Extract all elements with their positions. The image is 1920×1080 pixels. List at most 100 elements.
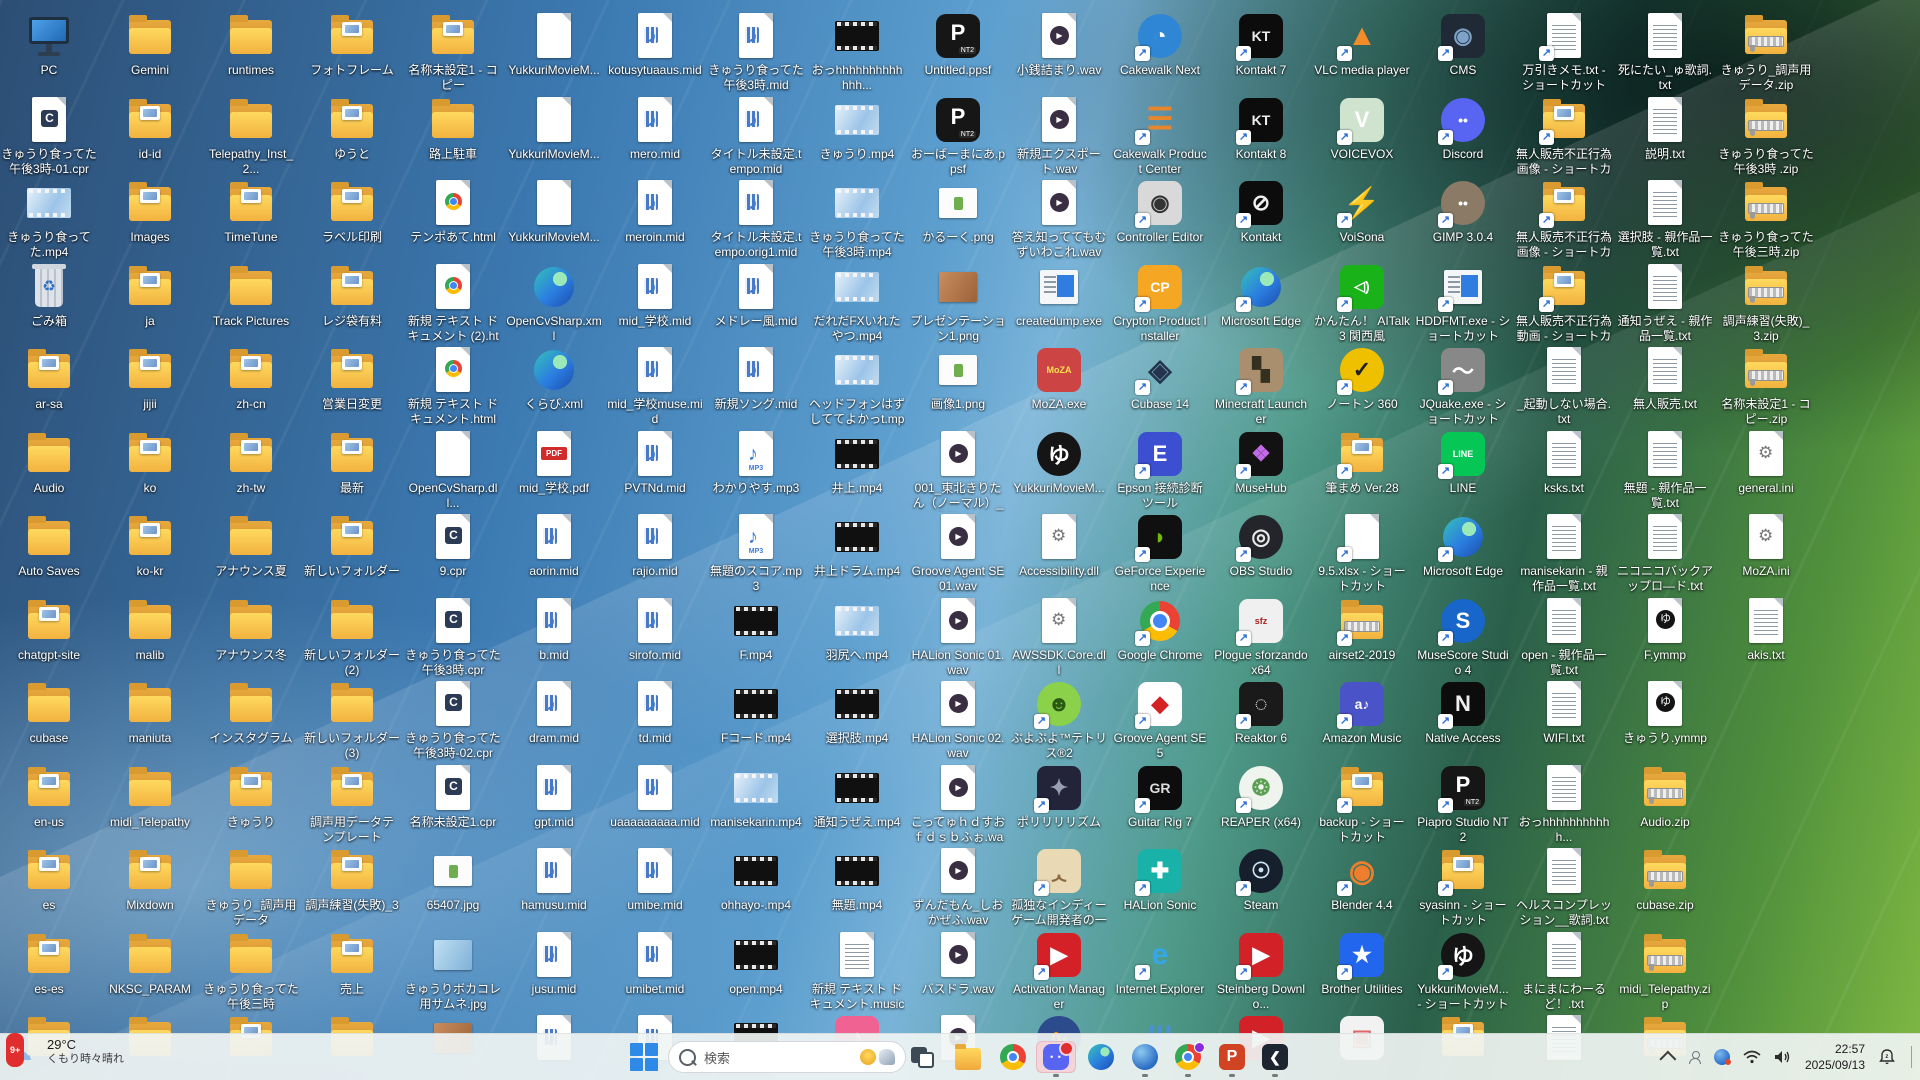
desktop-icon[interactable]: 調声練習(失敗)_3.zip — [1718, 263, 1814, 344]
desktop-icon[interactable]: 画像1.png — [910, 346, 1006, 412]
desktop-icon[interactable]: おっhhhhhhhhhhhhh... — [809, 12, 905, 93]
desktop-icon[interactable]: プレゼンテーション1.png — [910, 263, 1006, 344]
desktop-icon[interactable]: ◉ ↗ Controller Editor — [1112, 179, 1208, 245]
desktop-icon[interactable]: ▶ バスドラ.wav — [910, 931, 1006, 997]
desktop-icon[interactable]: maniuta — [102, 680, 198, 746]
desktop-icon[interactable]: ✦ ↗ ポリリリリズム — [1011, 764, 1107, 830]
person-tray-icon[interactable] — [1688, 1051, 1701, 1064]
desktop-icon[interactable]: ko-kr — [102, 513, 198, 579]
wifi-icon[interactable] — [1743, 1050, 1761, 1064]
desktop-icon[interactable]: 営業日変更 — [304, 346, 400, 412]
desktop-icon[interactable]: cubase — [1, 680, 97, 746]
desktop-icon[interactable]: 新しいフォルダー (3) — [304, 680, 400, 761]
desktop-icon[interactable]: ⊘ ↗ Kontakt — [1213, 179, 1309, 245]
desktop-icon[interactable]: 新規 テキスト ドキュメント.musicxml — [809, 931, 905, 1013]
weather-widget[interactable]: ☁9+ 29°C くもり時々晴れ — [6, 1033, 124, 1067]
desktop-icon[interactable]: ♪ uaaaaaaaaa.mid — [607, 764, 703, 830]
desktop-icon[interactable]: 無人販売.txt — [1617, 346, 1713, 412]
desktop-icon[interactable]: E ↗ Epson 接続診断ツール — [1112, 430, 1208, 511]
desktop-icon[interactable]: ♪ kotusytuaaus.mid — [607, 12, 703, 78]
desktop-icon[interactable]: OpenCvSharp.dll... — [405, 430, 501, 511]
desktop-icon[interactable]: ◔ ↗ Cakewalk Next — [1112, 12, 1208, 78]
desktop-icon[interactable]: ↗ Google Chrome — [1112, 597, 1208, 663]
steam-button[interactable] — [1125, 1041, 1165, 1077]
desktop-icon[interactable]: ↗ 万引きメモ.txt - ショートカット — [1516, 12, 1612, 93]
desktop-icon[interactable]: ☻ ↗ ぷよぷよ™テトリス®2 — [1011, 680, 1107, 761]
desktop-icon[interactable]: ↗ Microsoft Edge — [1415, 513, 1511, 579]
desktop-icon[interactable]: KT ↗ Kontakt 8 — [1213, 96, 1309, 162]
desktop-icon[interactable]: 選択肢.mp4 — [809, 680, 905, 746]
desktop-icon[interactable]: manisekarin.mp4 — [708, 764, 804, 830]
desktop-icon[interactable]: ↗ 無人販売不正行為画像 - ショートカット — [1516, 179, 1612, 261]
desktop-icon[interactable]: ▶ 小銭詰まり.wav — [1011, 12, 1107, 78]
desktop-icon[interactable]: en-us — [1, 764, 97, 830]
desktop-icon[interactable]: C きゅうり食ってた午後3時-02.cpr — [405, 680, 501, 761]
desktop-icon[interactable]: CP ↗ Crypton Product Installer — [1112, 263, 1208, 344]
desktop-icon[interactable]: ♪ sirofo.mid — [607, 597, 703, 663]
desktop-icon[interactable]: きゅうり食ってた.mp4 — [1, 179, 97, 260]
desktop-icon[interactable]: C 名称未設定1.cpr — [405, 764, 501, 830]
desktop-icon[interactable]: 調声練習(失敗)_3 — [304, 847, 400, 913]
desktop-icon[interactable]: akis.txt — [1718, 597, 1814, 663]
desktop-icon[interactable]: 羽尻へ.mp4 — [809, 597, 905, 663]
notification-bell-icon[interactable]: z — [1878, 1049, 1896, 1065]
desktop-icon[interactable]: ▶ HALion Sonic 01.wav — [910, 597, 1006, 678]
desktop-icon[interactable]: ko — [102, 430, 198, 496]
desktop-icon[interactable]: ヘッドフォンはずしててよかっt.mp4 — [809, 346, 905, 428]
desktop-icon[interactable]: S ↗ MuseScore Studio 4 — [1415, 597, 1511, 678]
desktop-icon[interactable]: NKSC_PARAM — [102, 931, 198, 997]
desktop-icon[interactable]: ♪ 新規ソング.mid — [708, 346, 804, 412]
desktop-icon[interactable]: zh-cn — [203, 346, 299, 412]
desktop-icon[interactable]: Audio — [1, 430, 97, 496]
desktop-icon[interactable]: MoZA MoZA.exe — [1011, 346, 1107, 412]
desktop-icon[interactable]: ♪ rajio.mid — [607, 513, 703, 579]
desktop-icon[interactable]: だれだFXいれたやつ.mp4 — [809, 263, 905, 344]
desktop-icon[interactable]: OpenCvSharp.xml — [506, 263, 602, 344]
desktop-icon[interactable]: 新しいフォルダー (2) — [304, 597, 400, 678]
desktop-icon[interactable]: きゅうり食ってた午後3時 .zip — [1718, 96, 1814, 177]
desktop-icon[interactable]: KT ↗ Kontakt 7 — [1213, 12, 1309, 78]
desktop-icon[interactable]: C 9.cpr — [405, 513, 501, 579]
desktop-icon[interactable]: ❖ ↗ MuseHub — [1213, 430, 1309, 496]
desktop-icon[interactable]: ▶ ずんだもん_しおかぜふ.wav — [910, 847, 1006, 928]
desktop-icon[interactable]: P NT2 おーばーまにあ.ppsf — [910, 96, 1006, 177]
desktop-icon[interactable]: おっhhhhhhhhhhh... — [1516, 764, 1612, 845]
desktop-icon[interactable]: V ↗ VOICEVOX — [1314, 96, 1410, 162]
desktop-icon[interactable]: きゅうり.mp4 — [809, 96, 905, 162]
desktop-icon[interactable]: 路上駐車 — [405, 96, 501, 162]
desktop-icon[interactable]: 65407.jpg — [405, 847, 501, 913]
desktop-icon[interactable]: N ↗ Native Access — [1415, 680, 1511, 746]
desktop-icon[interactable]: ♻ ごみ箱 — [1, 263, 97, 329]
desktop-icon[interactable]: ▶ 新規エクスポート.wav — [1011, 96, 1107, 177]
desktop-icon[interactable]: Mixdown — [102, 847, 198, 913]
desktop-icon[interactable]: chatgpt-site — [1, 597, 97, 663]
desktop-icon[interactable]: 名称未設定1 - コピー — [405, 12, 501, 93]
desktop-icon[interactable]: ◉ ↗ Blender 4.4 — [1314, 847, 1410, 913]
desktop-icon[interactable]: ↗ airset2-2019 — [1314, 597, 1410, 663]
search-input[interactable]: 検索 — [668, 1041, 906, 1073]
file-explorer-button[interactable] — [948, 1041, 988, 1073]
desktop-icon[interactable]: ▶001_東北きりたん（ノーマル）_今じゃ... — [910, 430, 1006, 512]
desktop-icon[interactable]: ◗ ↗ GeForce Experience — [1112, 513, 1208, 594]
desktop-icon[interactable]: ♪ umibet.mid — [607, 931, 703, 997]
desktop-icon[interactable]: ♪ aorin.mid — [506, 513, 602, 579]
desktop-icon[interactable]: Track Pictures — [203, 263, 299, 329]
task-view-button[interactable] — [903, 1041, 943, 1073]
desktop-icon[interactable]: ♪ jusu.mid — [506, 931, 602, 997]
desktop-icon[interactable]: きゅうり食ってた午後三時 — [203, 931, 299, 1012]
desktop-icon[interactable]: くらび.xml — [506, 346, 602, 412]
desktop-icon[interactable]: ♪ MP3 わかりやす.mp3 — [708, 430, 804, 496]
desktop-icon[interactable]: e ↗ Internet Explorer — [1112, 931, 1208, 997]
desktop-icon[interactable]: createdump.exe — [1011, 263, 1107, 329]
desktop-icon[interactable]: ♪ PVTNd.mid — [607, 430, 703, 496]
desktop-icon[interactable]: まにまにわーるど！.txt — [1516, 931, 1612, 1012]
desktop-icon[interactable]: manisekarin - 親作品一覧.txt — [1516, 513, 1612, 594]
desktop-icon[interactable]: LINE ↗ LINE — [1415, 430, 1511, 496]
desktop-icon[interactable]: ▶ ↗ Steinberg Downlo... — [1213, 931, 1309, 1012]
desktop-icon[interactable]: cubase.zip — [1617, 847, 1713, 913]
desktop-icon[interactable]: open.mp4 — [708, 931, 804, 997]
desktop-icon[interactable]: ♪ MP3 無題のスコア.mp3 — [708, 513, 804, 594]
edge-button[interactable] — [1081, 1041, 1121, 1073]
desktop-icon[interactable]: ◆ ↗ Groove Agent SE 5 — [1112, 680, 1208, 761]
desktop-icon[interactable]: ⚙ Accessibility.dll — [1011, 513, 1107, 579]
